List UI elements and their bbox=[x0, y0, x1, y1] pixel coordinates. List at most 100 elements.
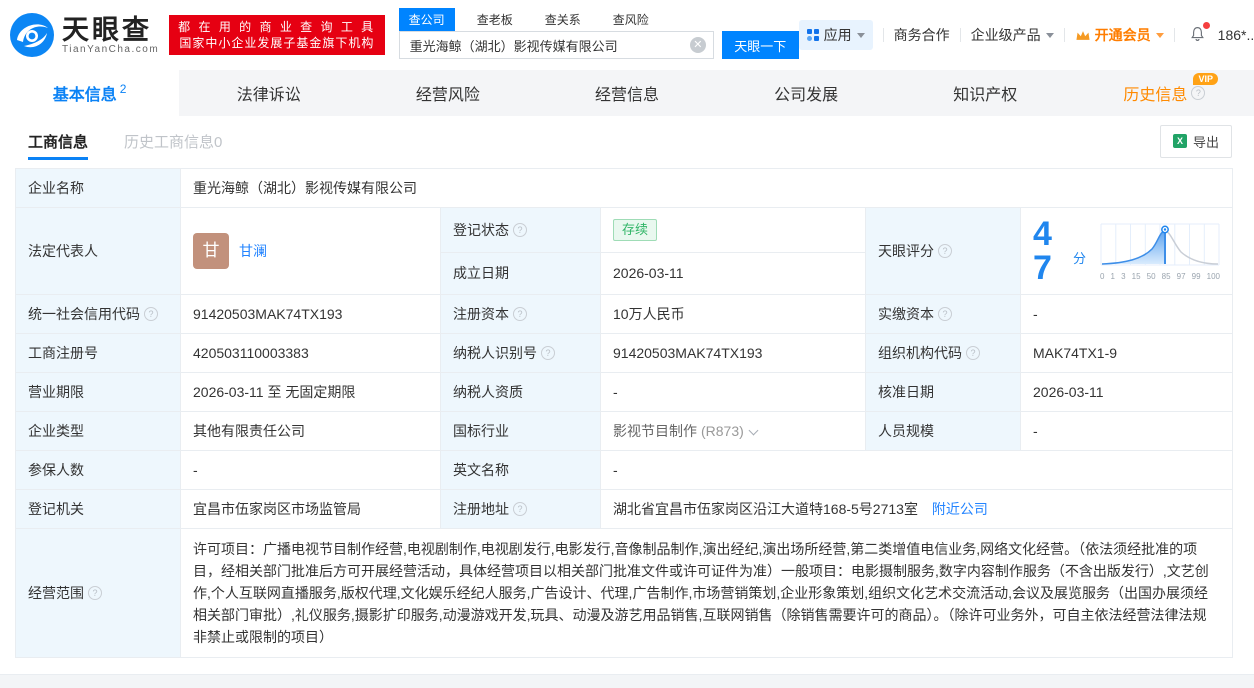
excel-icon: X bbox=[1172, 134, 1187, 148]
reg-status-label: 登记状态 bbox=[453, 221, 509, 238]
reg-number-value: 420503110003383 bbox=[180, 333, 441, 373]
chevron-down-icon bbox=[856, 32, 865, 38]
search-input[interactable] bbox=[398, 31, 714, 59]
table-row: 工商注册号 420503110003383 纳税人识别号 ? 91420503M… bbox=[15, 333, 1233, 373]
company-name-label: 企业名称 bbox=[28, 180, 84, 196]
tab-history-info[interactable]: VIP 历史信息 ? bbox=[1075, 70, 1254, 116]
tab-company-development[interactable]: 公司发展 bbox=[717, 70, 896, 116]
tianyancha-logo[interactable]: 天眼查 TianYanCha.com bbox=[8, 11, 159, 59]
establish-date-label: 成立日期 bbox=[453, 265, 509, 282]
reg-address-label: 注册地址 bbox=[453, 501, 509, 517]
help-icon[interactable]: ? bbox=[966, 346, 980, 360]
help-icon[interactable]: ? bbox=[541, 346, 555, 360]
table-row: 法定代表人 甘 甘澜 登记状态 ? 存续 天眼评分 ? 47 分 0 1 3 1… bbox=[15, 207, 1233, 295]
promo-line1: 都 在 用 的 商 业 查 询 工 具 bbox=[178, 20, 376, 34]
insured-count-label: 参保人数 bbox=[28, 462, 84, 478]
score-value: 47 bbox=[1033, 215, 1052, 287]
tab-basic-info[interactable]: 基本信息 2 bbox=[0, 70, 180, 116]
enterprise-products-menu[interactable]: 企业级产品 bbox=[971, 25, 1054, 45]
table-row: 营业期限 2026-03-11 至 无固定期限 纳税人资质 - 核准日期 202… bbox=[15, 372, 1233, 412]
org-code-label: 组织机构代码 bbox=[878, 345, 962, 361]
apps-label: 应用 bbox=[823, 27, 852, 43]
page-header: 天眼查 TianYanCha.com 都 在 用 的 商 业 查 询 工 具 国… bbox=[0, 0, 1254, 70]
score-label: 天眼评分 bbox=[878, 243, 934, 259]
open-vip-menu[interactable]: 开通会员 bbox=[1075, 25, 1164, 45]
apps-menu[interactable]: 应用 bbox=[798, 20, 873, 50]
taxpayer-quality-label: 纳税人资质 bbox=[453, 384, 523, 400]
help-icon[interactable]: ? bbox=[513, 222, 527, 237]
search-tab-risk[interactable]: 查风险 bbox=[603, 8, 659, 31]
search-button[interactable]: 天眼一下 bbox=[721, 31, 799, 59]
tab-operating-info[interactable]: 经营信息 bbox=[537, 70, 716, 116]
company-type-value: 其他有限责任公司 bbox=[180, 411, 441, 451]
business-scope-value: 许可项目：广播电视节目制作经营,电视剧制作,电视剧发行,电影发行,音像制品制作,… bbox=[193, 541, 1209, 645]
search-tab-boss[interactable]: 查老板 bbox=[467, 8, 523, 31]
top-menu: 应用 商务合作 企业级产品 开通会员 186*... bbox=[798, 20, 1254, 50]
help-icon[interactable]: ? bbox=[1191, 86, 1206, 100]
tab-intellectual-property[interactable]: 知识产权 bbox=[896, 70, 1075, 116]
help-icon[interactable]: ? bbox=[938, 244, 952, 258]
org-code-value: MAK74TX1-9 bbox=[1020, 333, 1233, 373]
staff-size-label: 人员规模 bbox=[878, 423, 934, 439]
help-icon[interactable]: ? bbox=[938, 307, 952, 321]
table-row: 登记机关 宜昌市伍家岗区市场监管局 注册地址 ? 湖北省宜昌市伍家岗区沿江大道特… bbox=[15, 489, 1233, 529]
insured-count-value: - bbox=[180, 450, 441, 490]
tianyancha-logo-icon bbox=[10, 13, 54, 57]
business-info-table: 企业名称 重光海鲸（湖北）影视传媒有限公司 法定代表人 甘 甘澜 登记状态 ? … bbox=[15, 168, 1233, 658]
industry-code: (R873) bbox=[701, 423, 744, 439]
clear-search-icon[interactable]: ✕ bbox=[689, 37, 706, 53]
staff-size-value: - bbox=[1020, 411, 1233, 451]
notifications-bell[interactable] bbox=[1189, 21, 1210, 46]
page-footer bbox=[0, 674, 1254, 688]
notification-dot bbox=[1202, 21, 1210, 29]
export-button[interactable]: X 导出 bbox=[1159, 124, 1232, 158]
english-name-value: - bbox=[600, 450, 1233, 490]
english-name-label: 英文名称 bbox=[453, 462, 509, 478]
nearby-companies-link[interactable]: 附近公司 bbox=[932, 501, 988, 517]
help-icon[interactable]: ? bbox=[144, 307, 158, 321]
legal-rep-avatar[interactable]: 甘 bbox=[193, 233, 229, 269]
table-row: 统一社会信用代码 ? 91420503MAK74TX193 注册资本 ? 10万… bbox=[15, 294, 1233, 334]
chevron-down-icon bbox=[1155, 32, 1164, 38]
approval-date-value: 2026-03-11 bbox=[1020, 372, 1233, 412]
legal-rep-link[interactable]: 甘澜 bbox=[239, 241, 267, 261]
apps-grid-icon bbox=[806, 29, 819, 41]
help-icon[interactable]: ? bbox=[513, 307, 527, 321]
credit-code-label: 统一社会信用代码 bbox=[28, 306, 140, 322]
business-term-value: 2026-03-11 至 无固定期限 bbox=[180, 372, 441, 412]
open-vip-label: 开通会员 bbox=[1094, 27, 1151, 43]
tab-legal-proceedings[interactable]: 法律诉讼 bbox=[179, 70, 358, 116]
account-label: 186*... bbox=[1217, 27, 1254, 43]
legal-rep-label: 法定代表人 bbox=[28, 243, 98, 259]
subtab-business-info[interactable]: 工商信息 bbox=[28, 117, 89, 166]
vip-badge: VIP bbox=[1193, 73, 1218, 85]
promo-banner: 都 在 用 的 商 业 查 询 工 具 国家中小企业发展子基金旗下机构 bbox=[169, 15, 385, 55]
reg-address-value: 湖北省宜昌市伍家岗区沿江大道特168-5号2713室 bbox=[613, 501, 918, 517]
business-cooperation-link[interactable]: 商务合作 bbox=[894, 25, 950, 45]
enterprise-products-label: 企业级产品 bbox=[970, 27, 1041, 43]
brand-name: 天眼查 bbox=[62, 14, 152, 45]
score-distribution-chart: 01 3 15 50 85 97 99 100 bbox=[1100, 222, 1220, 281]
search-area: 查公司 查老板 查关系 查风险 ✕ 天眼一下 bbox=[398, 8, 799, 59]
account-menu[interactable]: 186*... bbox=[1218, 27, 1254, 43]
chevron-down-icon[interactable] bbox=[748, 425, 759, 436]
table-row: 企业名称 重光海鲸（湖北）影视传媒有限公司 bbox=[15, 168, 1233, 208]
search-tab-relation[interactable]: 查关系 bbox=[535, 8, 591, 31]
search-tab-company[interactable]: 查公司 bbox=[398, 8, 455, 31]
score-unit: 分 bbox=[1072, 250, 1086, 266]
reg-authority-label: 登记机关 bbox=[28, 501, 84, 517]
table-row: 企业类型 其他有限责任公司 国标行业 影视节目制作 (R873) 人员规模 - bbox=[15, 411, 1233, 451]
status-badge: 存续 bbox=[613, 218, 658, 241]
table-row: 参保人数 - 英文名称 - bbox=[15, 450, 1233, 490]
help-icon[interactable]: ? bbox=[88, 586, 102, 600]
basic-info-count: 2 bbox=[119, 82, 127, 96]
tianyan-score: 47 分 0 1 3 15 50 85 97 99 100 bbox=[1033, 217, 1220, 285]
company-type-label: 企业类型 bbox=[28, 423, 84, 439]
brand-domain: TianYanCha.com bbox=[62, 43, 160, 55]
taxpayer-quality-value: - bbox=[600, 372, 866, 412]
subtab-history-business-info[interactable]: 历史工商信息0 bbox=[124, 117, 222, 166]
section-bar: 工商信息 历史工商信息0 X 导出 bbox=[0, 116, 1254, 166]
help-icon[interactable]: ? bbox=[513, 502, 527, 516]
tab-operating-risk[interactable]: 经营风险 bbox=[358, 70, 537, 116]
taxpayer-id-label: 纳税人识别号 bbox=[453, 345, 537, 361]
